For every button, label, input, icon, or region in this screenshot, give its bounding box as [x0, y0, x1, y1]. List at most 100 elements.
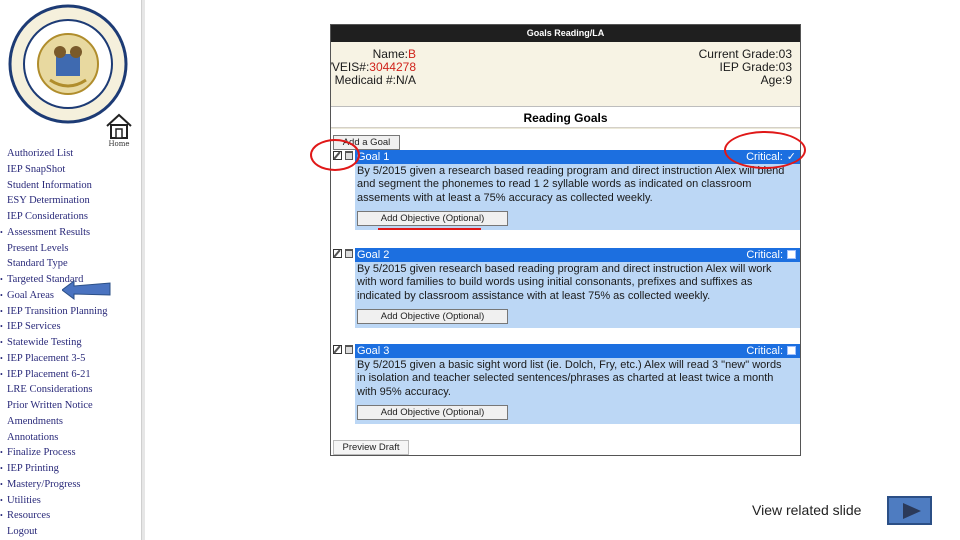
sidebar-item-label: Prior Written Notice: [7, 400, 93, 411]
panel-title: Goals Reading/LA: [331, 25, 800, 42]
edit-icon[interactable]: [333, 249, 342, 258]
bullet-icon: •: [0, 322, 3, 332]
bullet-icon: •: [0, 290, 3, 300]
sidebar-item-authorized-list[interactable]: Authorized List: [0, 146, 140, 162]
sidebar-item-label: Utilities: [7, 494, 41, 506]
sidebar-item-label: ESY Determination: [7, 195, 90, 207]
sidebar-item-label: Standard Type: [7, 258, 68, 270]
sidebar-item-label: Resources: [7, 510, 51, 522]
sidebar-item-label: Goal Areas: [7, 289, 54, 301]
sidebar-item-iep-transition-planning[interactable]: • IEP Transition Planning: [0, 304, 140, 320]
sidebar-item-annotations[interactable]: Annotations: [0, 430, 140, 446]
student-name-value: B: [407, 47, 416, 61]
bullet-icon: •: [0, 306, 3, 316]
goal-3-text: By 5/2015 given a basic sight word list …: [357, 359, 782, 398]
sidebar-item-label: Assessment Results: [7, 226, 91, 238]
goal-2-header[interactable]: Goal 2 Critical:: [355, 248, 800, 262]
sidebar-item-label: Mastery/Progress: [7, 478, 81, 490]
add-objective-button[interactable]: Add Objective (Optional): [357, 211, 508, 227]
sidebar-item-finalize-process[interactable]: • Finalize Process: [0, 445, 140, 461]
sidebar-item-iep-placement-6-21[interactable]: • IEP Placement 6-21: [0, 367, 140, 383]
student-wveis-value: 3044278: [369, 60, 416, 74]
sidebar-item-logout[interactable]: Logout: [0, 524, 140, 540]
sidebar-item-label: LRE Considerations: [7, 384, 93, 396]
annotation-underline-objective: [378, 228, 481, 230]
sidebar-item-standard-type[interactable]: Standard Type: [0, 256, 140, 272]
add-objective-button[interactable]: Add Objective (Optional): [357, 405, 508, 421]
sidebar-item-label: IEP Placement 3-5: [7, 352, 86, 364]
student-info: Name:B WVEIS#:3044278 Medicaid #:N/A Cur…: [331, 42, 800, 106]
sidebar-item-label: Logout: [7, 526, 38, 537]
pointer-arrow-icon: [62, 280, 111, 300]
sidebar-item-label: IEP SnapShot: [7, 163, 66, 175]
student-medicaid-value: N/A: [395, 73, 416, 87]
section-title: Reading Goals: [331, 106, 800, 128]
bullet-icon: •: [0, 227, 3, 237]
sidebar-item-student-information[interactable]: Student Information: [0, 178, 140, 194]
goal-2: Goal 2 Critical: By 5/2015 given researc…: [355, 248, 800, 329]
critical-checkbox[interactable]: [787, 250, 796, 259]
sidebar-item-utilities[interactable]: • Utilities: [0, 493, 140, 509]
sidebar-nav: Home Authorized List IEP SnapShot Student …: [0, 0, 145, 540]
goal-3: Goal 3 Critical: By 5/2015 given a basic…: [355, 344, 800, 425]
add-objective-button[interactable]: Add Objective (Optional): [357, 309, 508, 325]
sidebar-item-label: Authorized List: [7, 148, 74, 159]
annotation-circle-edit: [310, 139, 360, 171]
sidebar-item-iep-printing[interactable]: • IEP Printing: [0, 461, 140, 477]
goals-screenshot-panel: Goals Reading/LA Name:B WVEIS#:3044278 M…: [330, 24, 801, 456]
goal-2-title: Goal 2: [357, 249, 390, 261]
goal-3-actions: [333, 344, 355, 356]
annotation-circle-critical: [724, 131, 806, 169]
bullet-icon: •: [0, 464, 3, 473]
sidebar-item-present-levels[interactable]: Present Levels: [0, 241, 140, 257]
goal-1-text: By 5/2015 given a research based reading…: [357, 165, 785, 204]
bullet-icon: •: [0, 353, 3, 363]
sidebar-item-label: Student Information: [7, 179, 92, 191]
sidebar-item-statewide-testing[interactable]: • Statewide Testing: [0, 335, 140, 351]
goal-3-header[interactable]: Goal 3 Critical:: [355, 344, 800, 358]
sidebar-item-mastery-progress[interactable]: • Mastery/Progress: [0, 477, 140, 493]
next-slide-play-button[interactable]: [887, 496, 932, 525]
goal-2-critical: Critical:: [746, 248, 796, 262]
goal-1-body: By 5/2015 given a research based reading…: [355, 164, 800, 231]
sidebar-item-label: Annotations: [7, 431, 59, 443]
critical-checkbox[interactable]: [787, 346, 796, 355]
sidebar-item-amendments[interactable]: Amendments: [0, 414, 140, 430]
edit-icon[interactable]: [333, 345, 342, 354]
sidebar-item-label: Statewide Testing: [7, 337, 82, 348]
bullet-icon: •: [0, 338, 3, 347]
sidebar-item-label: IEP Printing: [7, 463, 59, 474]
sidebar-item-iep-placement-3-5[interactable]: • IEP Placement 3-5: [0, 351, 140, 367]
wv-department-of-education-seal-icon: [8, 4, 128, 124]
sidebar-item-resources[interactable]: • Resources: [0, 508, 140, 524]
sidebar-menu: Authorized List IEP SnapShot Student Infor…: [0, 146, 140, 540]
sidebar-item-label: Present Levels: [7, 242, 69, 254]
sidebar-item-label: IEP Considerations: [7, 211, 88, 222]
bullet-icon: •: [0, 495, 3, 505]
sidebar-item-label: Finalize Process: [7, 447, 76, 459]
sidebar-item-esy-determination[interactable]: ESY Determination: [0, 193, 140, 209]
sidebar-item-label: Amendments: [7, 415, 63, 427]
goals-list: Add a Goal Goal 1 Critical: ✓ By 5/2015 g…: [331, 129, 800, 455]
preview-draft-button[interactable]: Preview Draft: [333, 440, 409, 455]
sidebar-item-prior-written-notice[interactable]: Prior Written Notice: [0, 398, 140, 414]
sidebar-item-iep-snapshot[interactable]: IEP SnapShot: [0, 162, 140, 178]
sidebar-item-iep-services[interactable]: • IEP Services: [0, 319, 140, 335]
goal-3-critical: Critical:: [746, 344, 796, 358]
trash-icon[interactable]: [345, 345, 353, 354]
sidebar-item-label: IEP Transition Planning: [7, 305, 108, 317]
sidebar-item-assessment-results[interactable]: • Assessment Results: [0, 225, 140, 241]
bullet-icon: •: [0, 479, 3, 489]
student-age: Age:9: [760, 73, 792, 87]
goal-2-actions: [333, 248, 355, 260]
bullet-icon: •: [0, 448, 3, 458]
sidebar-item-label: IEP Placement 6-21: [7, 368, 91, 380]
bullet-icon: •: [0, 275, 3, 284]
sidebar-item-iep-considerations[interactable]: IEP Considerations: [0, 209, 140, 225]
trash-icon[interactable]: [345, 249, 353, 258]
sidebar-item-lre-considerations[interactable]: LRE Considerations: [0, 382, 140, 398]
student-medicaid: Medicaid #:N/A: [334, 73, 416, 87]
goal-3-body: By 5/2015 given a basic sight word list …: [355, 358, 800, 425]
goal-1-title: Goal 1: [357, 151, 390, 163]
related-slide-label: View related slide: [752, 502, 862, 518]
